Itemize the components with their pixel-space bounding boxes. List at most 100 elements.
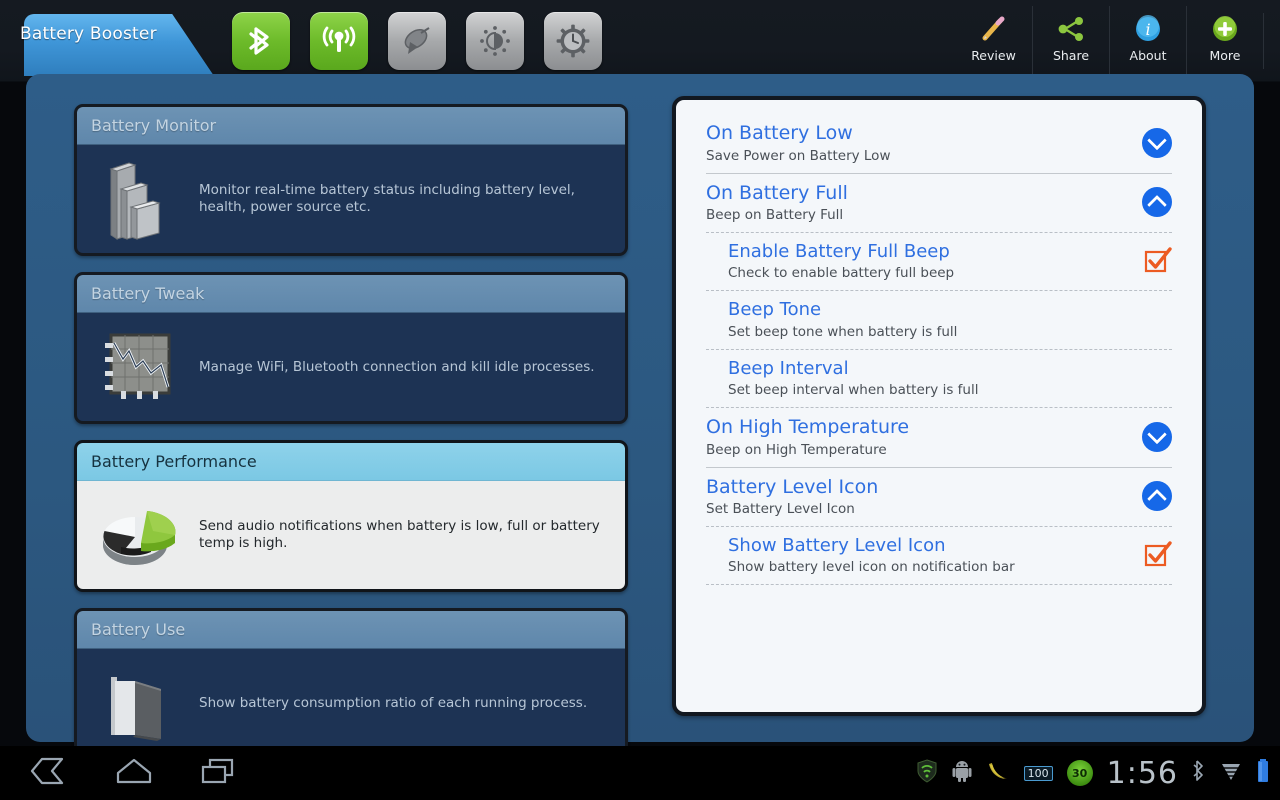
screen-timeout-toggle[interactable] [544, 12, 602, 70]
pref-title: On High Temperature [706, 416, 910, 439]
card-battery-monitor[interactable]: Battery Monitor Monitor real-time batter… [74, 104, 628, 256]
shield-wifi-icon [916, 759, 938, 787]
pref-text: Enable Battery Full Beep Check to enable… [728, 241, 1132, 281]
bluetooth-toggle[interactable] [232, 12, 290, 70]
card-body: Show battery consumption ratio of each r… [77, 649, 625, 757]
brightness-icon [480, 26, 510, 56]
chevron-up-icon[interactable] [1142, 481, 1172, 512]
pref-text: On Battery Full Beep on Battery Full [706, 182, 1132, 224]
pref-text: On High Temperature Beep on High Tempera… [706, 416, 1132, 458]
signal-icon [1220, 759, 1242, 787]
card-title: Battery Monitor [91, 116, 217, 135]
more-label: More [1209, 48, 1241, 63]
bluetooth-icon [1192, 759, 1206, 787]
pref-on-battery-full[interactable]: On Battery Full Beep on Battery Full [676, 174, 1202, 233]
home-icon[interactable] [112, 756, 156, 790]
chevron-down-icon[interactable] [1142, 127, 1172, 158]
pref-text: Beep Interval Set beep interval when bat… [728, 358, 1172, 398]
card-header: Battery Use [77, 611, 625, 649]
card-description: Show battery consumption ratio of each r… [199, 694, 588, 711]
back-icon[interactable] [28, 756, 72, 790]
battery-percent-icon: 100 [1023, 765, 1053, 781]
action-bar-divider [1263, 13, 1264, 69]
card-header: Battery Performance [77, 443, 625, 481]
clock-gear-icon [556, 24, 590, 58]
steps-blocks-icon [91, 157, 183, 241]
pref-title: Beep Tone [728, 299, 822, 321]
card-description: Monitor real-time battery status includi… [199, 182, 575, 215]
banana-icon [986, 760, 1010, 786]
folder-icon [91, 661, 183, 745]
pref-beep-tone[interactable]: Beep Tone Set beep tone when battery is … [676, 291, 1202, 348]
screen: Battery Booster Review Share i About Mor… [0, 0, 1280, 800]
review-button[interactable]: Review [955, 6, 1032, 74]
info-icon: i [1134, 13, 1162, 45]
satellite-dish-icon [404, 27, 430, 54]
pref-on-high-temperature[interactable]: On High Temperature Beep on High Tempera… [676, 408, 1202, 467]
app-title: Battery Booster [20, 24, 157, 44]
card-header: Battery Tweak [77, 275, 625, 313]
pref-title: On Battery Full [706, 181, 848, 204]
pencil-icon [980, 13, 1008, 45]
pref-subtitle: Show battery level icon on notification … [728, 559, 1015, 576]
card-body: Monitor real-time battery status includi… [77, 145, 625, 253]
preference-list: On Battery Low Save Power on Battery Low… [676, 100, 1202, 586]
share-button[interactable]: Share [1032, 6, 1109, 74]
card-battery-tweak[interactable]: Battery Tweak Manage WiFi, Bluetooth con… [74, 272, 628, 424]
bluetooth-icon [249, 27, 269, 55]
svg-text:i: i [1145, 20, 1150, 39]
pref-title: On Battery Low [706, 122, 853, 144]
pref-subtitle: Beep on Battery Full [706, 207, 844, 224]
pref-enable-battery-full-beep[interactable]: Enable Battery Full Beep Check to enable… [676, 233, 1202, 290]
checkbox-checked-icon[interactable] [1142, 246, 1172, 276]
recents-icon[interactable] [196, 756, 240, 790]
pref-text: Battery Level Icon Set Battery Level Ico… [706, 476, 1132, 518]
pref-subtitle: Set beep interval when battery is full [728, 382, 979, 399]
card-battery-use[interactable]: Battery Use Show battery consumption rat… [74, 608, 628, 760]
about-button[interactable]: i About [1109, 6, 1186, 74]
card-description: Manage WiFi, Bluetooth connection and ki… [199, 358, 595, 375]
temperature-gauge-icon: 30 [1066, 760, 1093, 786]
wifi-toggle[interactable] [310, 12, 368, 70]
chevron-down-icon[interactable] [1142, 421, 1172, 452]
pref-text: On Battery Low Save Power on Battery Low [706, 122, 1132, 164]
pref-battery-level-icon[interactable]: Battery Level Icon Set Battery Level Ico… [676, 468, 1202, 527]
card-title: Battery Tweak [91, 284, 205, 303]
review-label: Review [971, 48, 1016, 63]
pref-show-battery-level-icon[interactable]: Show Battery Level Icon Show battery lev… [676, 527, 1202, 584]
content-area: Battery Monitor Monitor real-time batter… [26, 74, 1254, 760]
card-title: Battery Performance [91, 452, 257, 471]
separator [706, 584, 1172, 586]
share-label: Share [1052, 48, 1090, 63]
card-body: Send audio notifications when battery is… [77, 481, 625, 589]
checkbox-checked-icon[interactable] [1142, 540, 1172, 570]
wifi-icon [322, 26, 356, 52]
line-chart-icon [91, 325, 183, 409]
pref-title: Battery Level Icon [706, 475, 879, 498]
pie-chart-icon [91, 493, 183, 577]
pref-text: Show Battery Level Icon Show battery lev… [728, 535, 1132, 575]
pref-subtitle: Save Power on Battery Low [706, 147, 891, 164]
pref-subtitle: Set Battery Level Icon [706, 501, 855, 518]
pref-subtitle: Check to enable battery full beep [728, 265, 955, 282]
clock: 1:56 [1106, 755, 1178, 791]
card-title: Battery Use [91, 620, 186, 639]
quick-toggles [232, 12, 602, 70]
chevron-up-icon[interactable] [1142, 187, 1172, 218]
about-label: About [1129, 48, 1167, 63]
more-button[interactable]: More [1186, 6, 1263, 74]
pref-title: Enable Battery Full Beep [728, 241, 950, 263]
card-battery-performance[interactable]: Battery Performance Send audio notificat… [74, 440, 628, 592]
pref-title: Beep Interval [728, 357, 849, 379]
brightness-toggle[interactable] [466, 12, 524, 70]
pref-on-battery-low[interactable]: On Battery Low Save Power on Battery Low [676, 114, 1202, 173]
android-robot-icon [952, 759, 972, 787]
pref-title: Show Battery Level Icon [728, 535, 946, 557]
pref-subtitle: Beep on High Temperature [706, 441, 887, 458]
status-icons: 100 30 1:56 [916, 746, 1270, 800]
nav-buttons [10, 746, 240, 800]
gps-toggle[interactable] [388, 12, 446, 70]
share-icon [1057, 13, 1085, 45]
pref-beep-interval[interactable]: Beep Interval Set beep interval when bat… [676, 350, 1202, 407]
action-bar-actions: Review Share i About More [955, 6, 1264, 76]
